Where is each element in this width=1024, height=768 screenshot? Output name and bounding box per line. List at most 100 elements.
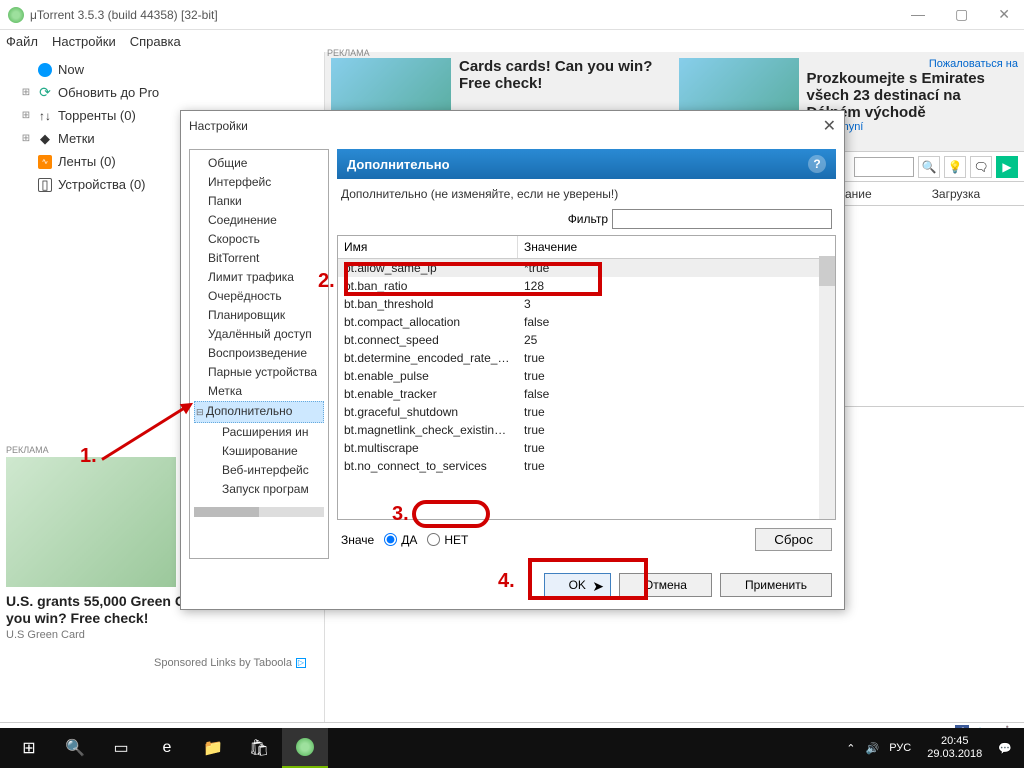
tray-chevron-icon[interactable]: ⌃ (846, 742, 855, 755)
column-status[interactable]: ание (845, 187, 872, 201)
reset-button[interactable]: Сброс (755, 528, 832, 551)
explorer-button[interactable]: 📁 (190, 728, 236, 768)
setting-row[interactable]: bt.compact_allocationfalse (338, 313, 835, 331)
tree-node[interactable]: Скорость (194, 230, 324, 249)
edge-button[interactable]: e (144, 728, 190, 768)
search-button[interactable]: 🔍 (52, 728, 98, 768)
menu-file[interactable]: Файл (6, 34, 38, 49)
tray-notifications-icon[interactable]: 💬 (998, 742, 1012, 755)
tree-node[interactable]: Парные устройства (194, 363, 324, 382)
setting-row[interactable]: bt.allow_same_ip*true (338, 259, 835, 277)
column-name[interactable]: Имя (338, 236, 518, 258)
lightbulb-button[interactable]: 💡 (944, 156, 966, 178)
utorrent-taskbar-button[interactable] (282, 728, 328, 768)
action-button[interactable]: ▶ (996, 156, 1018, 178)
store-button[interactable]: 🛍 (236, 728, 282, 768)
setting-row[interactable]: bt.no_connect_to_servicestrue (338, 457, 835, 475)
menu-help[interactable]: Справка (130, 34, 181, 49)
expand-icon[interactable]: ⊞ (20, 133, 32, 144)
tree-node[interactable]: Удалённый доступ (194, 325, 324, 344)
collapse-icon[interactable]: ⊟ (196, 404, 206, 421)
setting-row[interactable]: bt.enable_pulsetrue (338, 367, 835, 385)
device-icon: ▯ (38, 178, 52, 192)
dialog-close-button[interactable]: ✕ (823, 116, 836, 136)
grid-scrollbar[interactable] (819, 256, 835, 519)
tree-node[interactable]: Интерфейс (194, 173, 324, 192)
ad-subtitle: U.S Green Card (6, 629, 306, 641)
setting-row[interactable]: bt.connect_speed25 (338, 331, 835, 349)
refresh-icon: ⟳ (38, 86, 52, 100)
tree-node[interactable]: Общие (194, 154, 324, 173)
start-button[interactable]: ⊞ (6, 728, 52, 768)
dialog-titlebar: Настройки ✕ (181, 111, 844, 141)
maximize-button[interactable]: ▢ (949, 6, 974, 23)
tree-node-advanced[interactable]: ⊟Дополнительно (194, 401, 324, 423)
panel-title: Дополнительно (347, 157, 450, 172)
apply-button[interactable]: Применить (720, 573, 832, 597)
cursor-icon: ➤ (592, 578, 604, 595)
column-download[interactable]: Загрузка (932, 187, 981, 201)
tree-node[interactable]: Расширения ин (194, 423, 324, 442)
panel-header: Дополнительно ? (337, 149, 836, 179)
advanced-settings-grid: Имя Значение bt.allow_same_ip*true bt.ba… (337, 235, 836, 520)
tree-node[interactable]: Папки (194, 192, 324, 211)
filter-label: Фильтр (568, 212, 608, 226)
tree-node[interactable]: Воспроизведение (194, 344, 324, 363)
cancel-button[interactable]: Отмена (619, 573, 712, 597)
sidebar-label: Now (58, 62, 84, 77)
tree-node[interactable]: Кэширование (194, 442, 324, 461)
sidebar-label: Обновить до Pro (58, 85, 159, 100)
tree-node[interactable]: Веб-интерфейс (194, 461, 324, 480)
window-titlebar: μTorrent 3.5.3 (build 44358) [32-bit] — … (0, 0, 1024, 30)
tree-node[interactable]: Лимит трафика (194, 268, 324, 287)
taboola-icon: ▷ (296, 658, 306, 668)
tree-node[interactable]: Планировщик (194, 306, 324, 325)
ad-complaint-link[interactable]: Пожаловаться на (807, 58, 1019, 70)
tag-icon: ◆ (38, 132, 52, 146)
filter-input[interactable] (612, 209, 832, 229)
setting-row[interactable]: bt.determine_encoded_rate_fo...true (338, 349, 835, 367)
tray-clock[interactable]: 20:45 29.03.2018 (921, 735, 988, 761)
sidebar-item-now[interactable]: Now (0, 58, 324, 81)
column-value[interactable]: Значение (518, 236, 835, 258)
sidebar-item-upgrade[interactable]: ⊞ ⟳ Обновить до Pro (0, 81, 324, 104)
setting-row[interactable]: bt.magnetlink_check_existing_...true (338, 421, 835, 439)
tray-language[interactable]: РУС (889, 742, 911, 754)
minimize-button[interactable]: — (905, 6, 931, 23)
rss-icon: ∿ (38, 155, 52, 169)
sidebar-label: Ленты (0) (58, 154, 116, 169)
ad-label: РЕКЛАМА (327, 48, 370, 58)
close-button[interactable]: ✕ (992, 6, 1016, 23)
tree-node[interactable]: Очерёдность (194, 287, 324, 306)
tree-node[interactable]: Запуск програм (194, 480, 324, 499)
setting-row[interactable]: bt.enable_trackerfalse (338, 385, 835, 403)
tree-node[interactable]: Соединение (194, 211, 324, 230)
taskbar: ⊞ 🔍 ▭ e 📁 🛍 ⌃ 🔊 РУС 20:45 29.03.2018 💬 (0, 728, 1024, 768)
taskview-button[interactable]: ▭ (98, 728, 144, 768)
ok-button[interactable]: OK➤ (544, 573, 611, 597)
menu-settings[interactable]: Настройки (52, 34, 116, 49)
menubar: Файл Настройки Справка (0, 30, 1024, 52)
down-arrow-icon: ↑↓ (38, 109, 52, 123)
expand-icon[interactable]: ⊞ (20, 87, 32, 98)
tree-node[interactable]: BitTorrent (194, 249, 324, 268)
search-input[interactable] (854, 157, 914, 177)
tray-volume-icon[interactable]: 🔊 (866, 742, 880, 755)
setting-row[interactable]: bt.ban_threshold3 (338, 295, 835, 313)
tree-node[interactable]: Метка (194, 382, 324, 401)
tree-scrollbar[interactable] (194, 507, 324, 517)
search-button[interactable]: 🔍 (918, 156, 940, 178)
setting-row[interactable]: bt.multiscrapetrue (338, 439, 835, 457)
expand-icon[interactable]: ⊞ (20, 110, 32, 121)
setting-row[interactable]: bt.graceful_shutdowntrue (338, 403, 835, 421)
settings-tree: Общие Интерфейс Папки Соединение Скорост… (189, 149, 329, 559)
value-yes-radio[interactable]: ДА (384, 533, 417, 547)
value-label: Значе (341, 533, 374, 547)
advanced-warning: Дополнительно (не изменяйте, если не уве… (337, 179, 836, 209)
remote-button[interactable]: 🗨 (970, 156, 992, 178)
help-icon[interactable]: ? (808, 155, 826, 173)
setting-row[interactable]: bt.ban_ratio128 (338, 277, 835, 295)
sidebar-label: Устройства (0) (58, 177, 146, 192)
value-no-radio[interactable]: НЕТ (427, 533, 468, 547)
ad-sponsored: Sponsored Links by Taboola ▷ (6, 657, 306, 669)
